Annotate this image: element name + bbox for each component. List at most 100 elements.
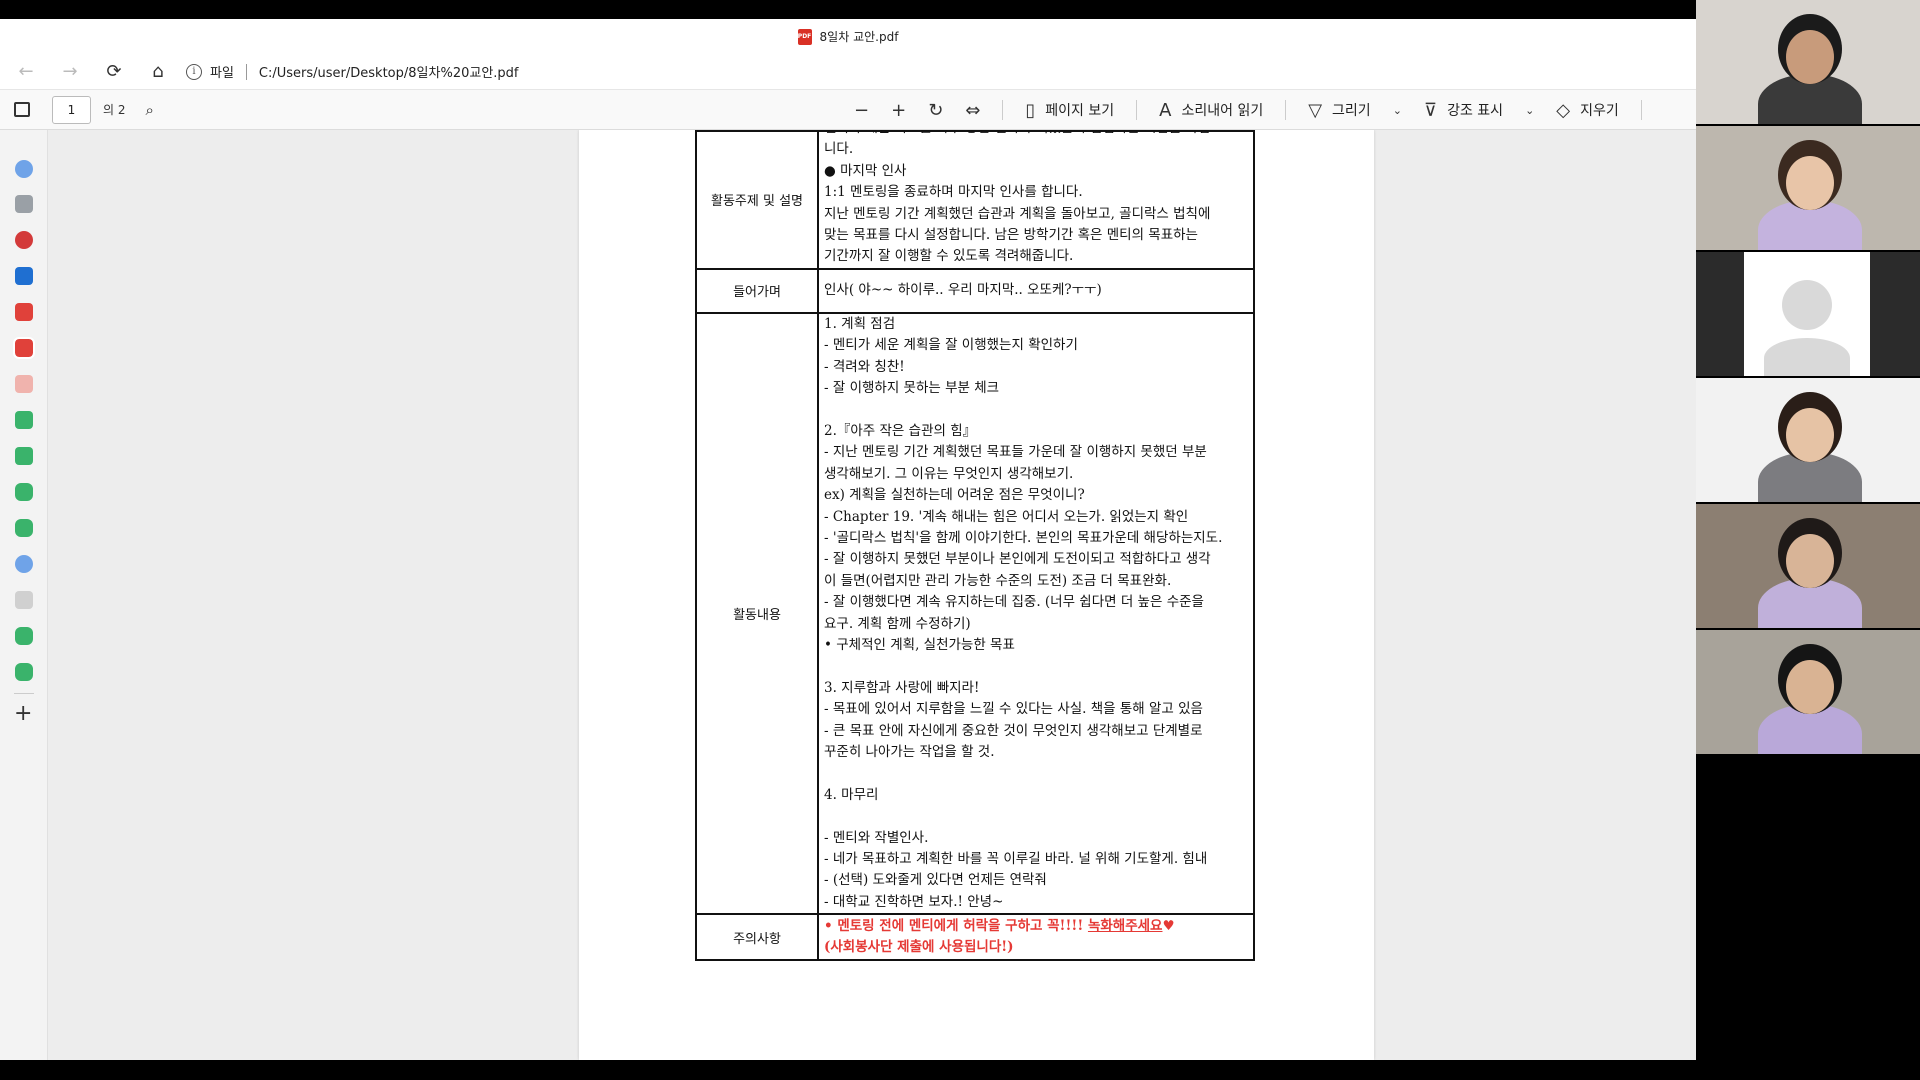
highlight-icon: ⊽ (1423, 99, 1438, 121)
text-line: • 구체적인 계획, 실천가능한 목표 (824, 636, 1015, 653)
pdf-file-icon: PDF (797, 28, 812, 45)
text-line: - 멘티와 작별인사. (824, 829, 929, 846)
person-face (1786, 156, 1834, 210)
row-content: 1. 계획 점검 - 멘티가 세운 계획을 잘 이행했는지 확인하기 - 격려와 칭… (817, 311, 1255, 916)
eraser-icon: ◇ (1556, 99, 1571, 121)
chat-icon[interactable] (15, 519, 33, 537)
text-line: - 잘 이행했다면 계속 유지하는데 집중. (너무 쉽다면 더 높은 수준을 (824, 594, 1204, 611)
person-face (1786, 30, 1834, 84)
text-line: - 네가 목표하고 계획한 바를 꼭 이루길 바라. 널 위해 기도할게. 힘내 (824, 851, 1208, 867)
warning-record-text: 녹화해주세요 (1087, 917, 1163, 934)
lesson-plan-table: 활동주제 및 설명 멘티가 세운 목표를 하루 동안 얼마나 이뤘는지 점검하는… (695, 130, 1255, 962)
row-label: 활동주제 및 설명 (695, 130, 819, 270)
search-icon[interactable]: ⌕ (146, 101, 154, 119)
page-view-button[interactable]: ▯ 페이지 보기 (1025, 100, 1114, 121)
add-icon[interactable]: + (14, 701, 32, 726)
text-line: 1:1 멘토링을 종료하며 마지막 인사를 합니다. (824, 184, 1083, 201)
zoom-in-icon[interactable]: + (891, 100, 906, 121)
toolbar-divider (1640, 100, 1642, 120)
document-icon[interactable] (15, 375, 33, 393)
row-label: 활동내용 (695, 311, 819, 916)
text-line: - 목표에 있어서 지루함을 느낄 수 있다는 사실. 책을 통해 알고 있음 (824, 701, 1203, 718)
back-icon[interactable]: ← (4, 54, 48, 90)
video-tile[interactable] (1696, 126, 1920, 250)
extension-icon[interactable] (15, 160, 33, 178)
app-icon[interactable] (15, 267, 33, 285)
text-line: 4. 마무리 (824, 786, 879, 803)
screen-bottom-bar (0, 1060, 1920, 1080)
table-row: 주의사항 • 멘토링 전에 멘티에게 허락을 구하고 꼭!!!! 녹화해주세요♥… (695, 913, 1255, 962)
text-line: 생각해보기. 그 이유는 무엇인지 생각해보기. (824, 465, 1074, 482)
info-icon[interactable]: i (186, 63, 202, 80)
toolbar-divider (1136, 100, 1138, 120)
draw-button[interactable]: ▽ 그리기 (1308, 100, 1370, 121)
sheet-icon[interactable] (15, 447, 33, 465)
warning-text: • 멘토링 전에 멘티에게 허락을 구하고 꼭!!!! (824, 917, 1088, 934)
draw-label: 그리기 (1332, 103, 1371, 119)
url-field[interactable]: i 파일 C:/Users/user/Desktop/8일차%20교안.pdf (186, 62, 519, 81)
url-text[interactable]: C:/Users/user/Desktop/8일차%20교안.pdf (259, 62, 519, 81)
chat-icon[interactable] (15, 483, 33, 501)
erase-button[interactable]: ◇ 지우기 (1556, 100, 1618, 121)
text-line: ex) 계획을 실천하는데 어려운 점은 무엇이니? (824, 487, 1085, 504)
page-total: 의 2 (103, 103, 126, 117)
sidebar-divider (14, 693, 34, 694)
highlight-dropdown-icon[interactable]: ⌄ (1525, 104, 1534, 117)
toolbar-divider (1002, 100, 1004, 120)
file-icon[interactable] (15, 591, 33, 609)
title-bar: PDF 8일차 교안.pdf (0, 19, 1696, 54)
text-line: 요구. 계획 함께 수정하기) (824, 615, 971, 632)
row-content: 인사( 야~~ 하이루.. 우리 마지막.. 오또케?ㅜㅜ) (817, 267, 1255, 314)
text-line: - 격려와 칭찬! (824, 358, 905, 375)
read-aloud-button[interactable]: A 소리내어 읽기 (1159, 100, 1263, 121)
text-line: - 잘 이행하지 못하는 부분 체크 (824, 380, 1000, 397)
url-separator (245, 63, 247, 80)
window-title: 8일차 교안.pdf (819, 30, 899, 44)
scrollbar[interactable] (1688, 130, 1694, 1060)
video-tile[interactable] (1696, 630, 1920, 754)
chat-icon[interactable] (15, 663, 33, 681)
home-icon[interactable]: ⌂ (136, 54, 180, 90)
text-line: 지난 멘토링 기간 계획했던 습관과 계획을 돌아보고, 골디락스 법칙에 (824, 205, 1211, 222)
app-icon[interactable] (15, 231, 33, 249)
video-tile[interactable] (1696, 378, 1920, 502)
highlight-button[interactable]: ⊽ 강조 표시 (1424, 100, 1503, 121)
text-line: 이 들면(어렵지만 관리 가능한 수준의 도전) 조금 더 목표완화. (824, 572, 1172, 589)
address-bar: ← → ⟳ ⌂ i 파일 C:/Users/user/Desktop/8일차%2… (0, 54, 1696, 90)
sheet-icon[interactable] (15, 411, 33, 429)
avatar-body-icon (1764, 338, 1850, 376)
zoom-out-icon[interactable]: − (854, 100, 869, 121)
left-sidebar: + (0, 130, 48, 1060)
text-line: - 잘 이행하지 못했던 부분이나 본인에게 도전이되고 적합하다고 생각 (824, 551, 1211, 568)
refresh-icon[interactable]: ⟳ (92, 54, 136, 90)
url-prefix: 파일 (210, 66, 234, 81)
chat-icon[interactable] (15, 627, 33, 645)
text-line: - Chapter 19. '계속 해내는 힘은 어디서 오는가. 읽었는지 확… (824, 508, 1189, 525)
fit-width-icon[interactable]: ⇔ (965, 100, 980, 121)
text-line: 3. 지루함과 사랑에 빠지라! (824, 679, 980, 696)
text-line: 꾸준히 나아가는 작업을 할 것. (824, 743, 995, 760)
tv-icon[interactable] (15, 303, 33, 321)
pdf-page: 활동주제 및 설명 멘티가 세운 목표를 하루 동안 얼마나 이뤘는지 점검하는… (579, 130, 1374, 1060)
pdf-app-icon[interactable] (13, 337, 35, 359)
avatar-icon (1782, 280, 1832, 330)
video-tile[interactable] (1696, 0, 1920, 124)
table-row: 활동주제 및 설명 멘티가 세운 목표를 하루 동안 얼마나 이뤘는지 점검하는… (695, 130, 1255, 270)
draw-dropdown-icon[interactable]: ⌄ (1393, 104, 1402, 117)
page-view-label: 페이지 보기 (1045, 103, 1115, 119)
rotate-icon[interactable]: ↻ (928, 100, 943, 121)
heart-icon: ♥ (1162, 917, 1175, 934)
tool-icon[interactable] (15, 195, 33, 213)
table-row: 들어가며 인사( 야~~ 하이루.. 우리 마지막.. 오또케?ㅜㅜ) (695, 267, 1255, 314)
person-face (1786, 408, 1834, 462)
extension-icon[interactable] (15, 555, 33, 573)
forward-icon[interactable]: → (48, 54, 92, 90)
person-face (1786, 660, 1834, 714)
pdf-viewer[interactable]: 활동주제 및 설명 멘티가 세운 목표를 하루 동안 얼마나 이뤘는지 점검하는… (48, 130, 1696, 1060)
video-participants-panel (1696, 0, 1920, 1060)
video-tile[interactable] (1696, 252, 1920, 376)
sidebar-toggle-icon[interactable] (14, 102, 30, 117)
video-tile[interactable] (1696, 504, 1920, 628)
read-aloud-label: 소리내어 읽기 (1181, 103, 1264, 119)
page-number-input[interactable]: 1 (52, 95, 91, 124)
